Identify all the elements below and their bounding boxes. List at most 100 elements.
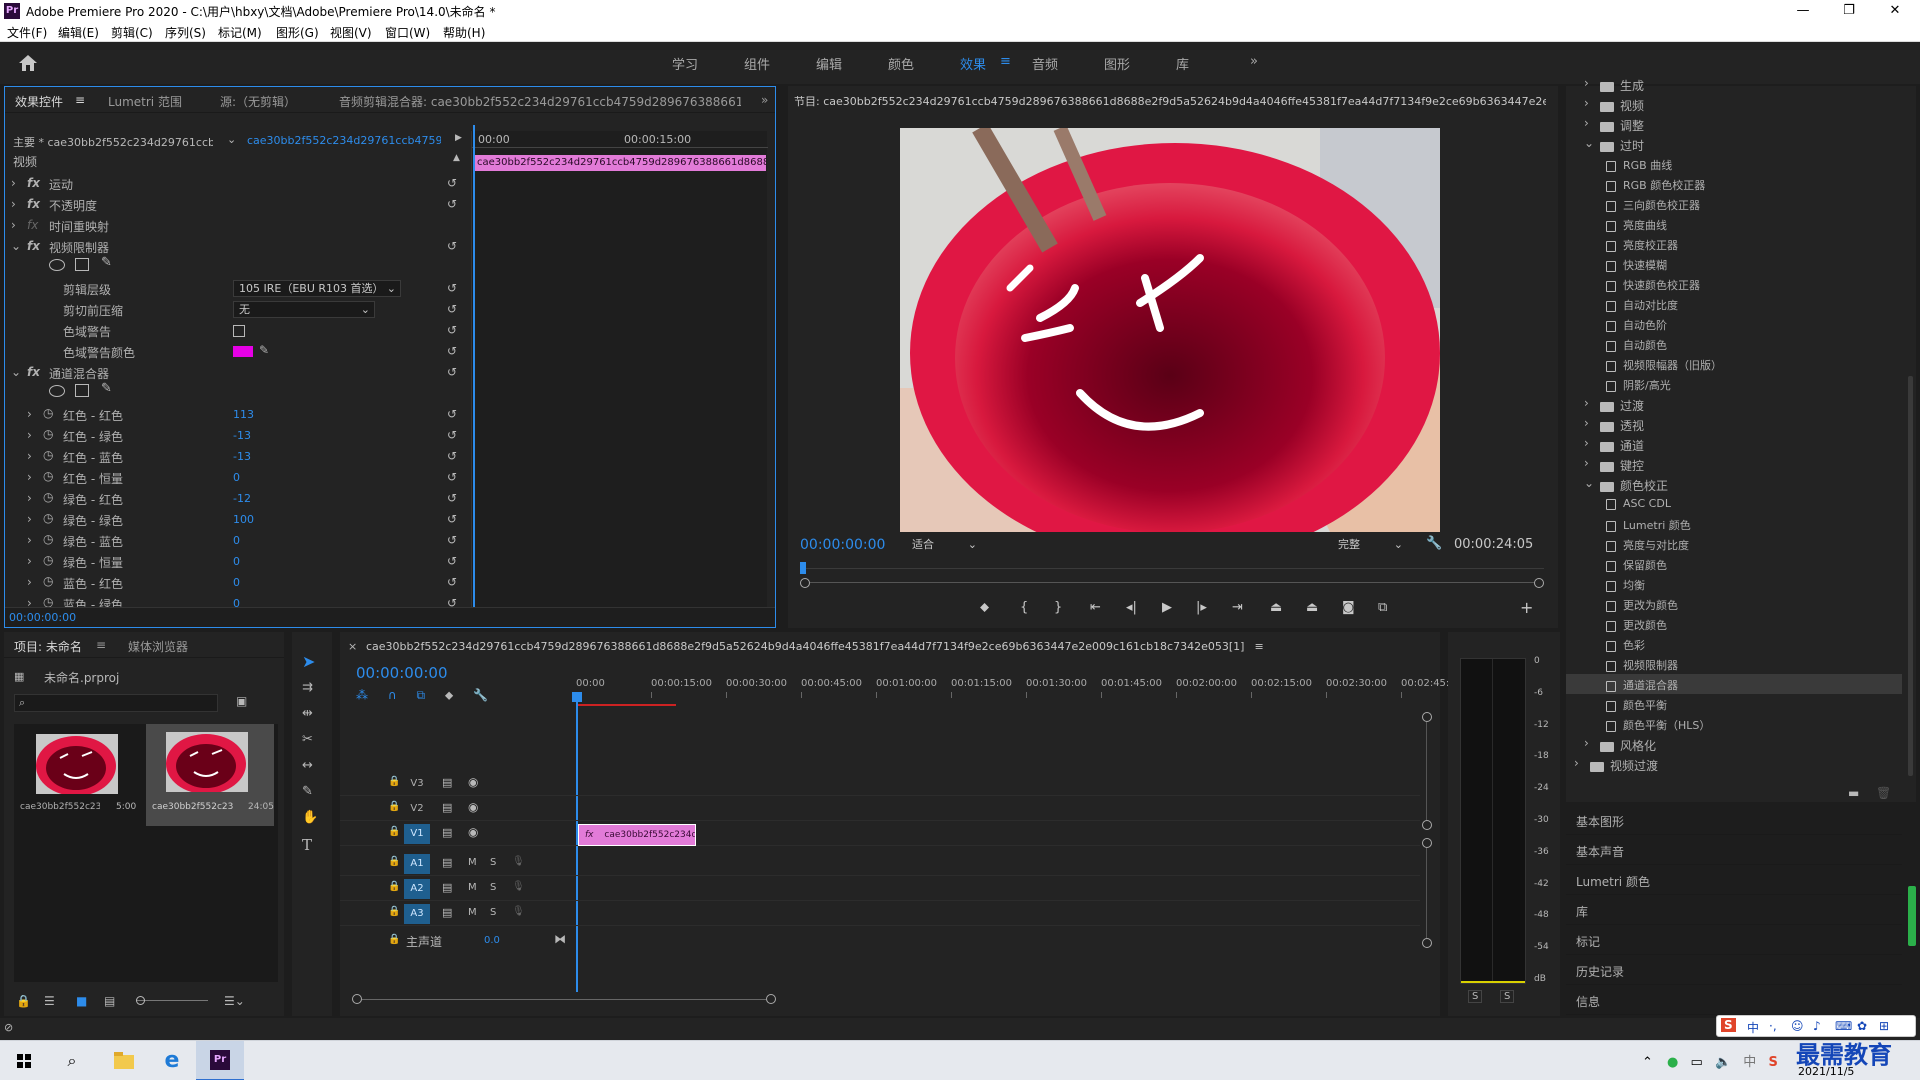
track-target[interactable]: V2 (404, 799, 430, 819)
track-lock-icon[interactable]: 🔒 (388, 856, 400, 867)
eyedropper-icon[interactable]: ✎ (259, 343, 269, 357)
chevron-down-icon[interactable]: ⌄ (1584, 476, 1594, 490)
stopwatch-icon[interactable]: ◷ (43, 574, 53, 588)
ime-emoji-icon[interactable]: ☺ (1791, 1019, 1804, 1033)
program-video-frame[interactable] (900, 128, 1440, 532)
effect-row-channel-mixer[interactable]: ⌄ fx 通道混合器 ↺ (5, 362, 471, 383)
effect-item[interactable]: 颜色平衡（HLS） (1566, 714, 1902, 734)
mute-button[interactable]: M (468, 857, 477, 868)
selection-tool-icon[interactable]: ➤ (302, 652, 315, 671)
delete-icon[interactable]: 🗑 (1876, 786, 1891, 800)
project-search-input[interactable]: ⌕ (14, 694, 218, 712)
meter-solo-right[interactable]: S (1500, 990, 1515, 1003)
a-scroll-handle[interactable] (1422, 938, 1432, 948)
effect-folder[interactable]: › 透视 (1566, 414, 1902, 434)
ime-skin-icon[interactable]: ✿ (1857, 1019, 1867, 1033)
effect-item[interactable]: 均衡 (1566, 574, 1902, 594)
effect-item[interactable]: 自动颜色 (1566, 334, 1902, 354)
expand-chevron-icon[interactable]: › (27, 428, 32, 442)
icon-view-icon[interactable]: ■ (76, 994, 87, 1008)
master-go-to-icon[interactable]: ⧓ (554, 932, 566, 946)
effect-item[interactable]: 视频限制器 (1566, 654, 1902, 674)
workspace-menu-icon[interactable]: ≡ (1000, 54, 1011, 69)
program-timecode[interactable]: 00:00:00:00 (800, 537, 885, 553)
effect-row-motion[interactable]: › fx 运动 ↺ (5, 173, 471, 194)
go-to-in-icon[interactable]: ⇤ (1090, 600, 1101, 615)
rectangle-mask-icon[interactable] (75, 384, 89, 397)
effect-item[interactable]: 保留颜色 (1566, 554, 1902, 574)
lift-icon[interactable]: ⏏ (1270, 600, 1282, 615)
channel-param-value[interactable]: 0 (233, 471, 240, 484)
meter-solo-left[interactable]: S (1468, 990, 1483, 1003)
effect-item[interactable]: 亮度曲线 (1566, 214, 1902, 234)
tab-effect-controls[interactable]: 效果控件 (15, 93, 63, 110)
track-target[interactable]: A2 (404, 879, 430, 899)
channel-param-value[interactable]: -13 (233, 429, 251, 442)
ellipse-mask-icon[interactable] (49, 385, 65, 397)
reset-icon[interactable]: ↺ (447, 428, 457, 442)
collapsed-panel-header[interactable]: 历史记录 (1566, 956, 1902, 985)
track-lock-icon[interactable]: 🔒 (388, 776, 400, 787)
slip-icon[interactable]: ↔ (302, 758, 313, 773)
rectangle-mask-icon[interactable] (75, 258, 89, 271)
razor-icon[interactable]: ✂ (302, 732, 313, 747)
camera-icon[interactable]: ◙ (1342, 600, 1355, 615)
tab-project[interactable]: 项目: 未命名 (14, 638, 82, 655)
timeline-clip[interactable]: fx cae30bb2f552c234d (578, 824, 696, 846)
menu-view[interactable]: 视图(V) (330, 24, 372, 41)
track-target[interactable]: A1 (404, 854, 430, 874)
restore-icon[interactable]: ❐ (1826, 0, 1872, 22)
effect-folder[interactable]: › 视频过渡 (1566, 754, 1902, 774)
channel-param-row[interactable]: › ◷ 蓝色 - 红色 0 ↺ (5, 572, 471, 593)
v-scroll-handle[interactable] (1422, 712, 1432, 722)
effect-item[interactable]: 快速颜色校正器 (1566, 274, 1902, 294)
menu-marker[interactable]: 标记(M) (218, 24, 262, 41)
minimize-icon[interactable]: — (1780, 0, 1826, 22)
step-forward-icon[interactable]: |▸ (1196, 600, 1207, 615)
chevron-right-icon[interactable]: › (1584, 76, 1589, 90)
reset-icon[interactable]: ↺ (447, 239, 457, 253)
effect-row-opacity[interactable]: › fx 不透明度 ↺ (5, 194, 471, 215)
pen-mask-icon[interactable]: ✎ (101, 255, 112, 270)
ec-playhead[interactable] (473, 125, 475, 621)
effect-item[interactable]: 三向颜色校正器 (1566, 194, 1902, 214)
track-lock-icon[interactable]: 🔒 (388, 826, 400, 837)
panel-menu-icon[interactable]: ≡ (96, 638, 106, 652)
project-item[interactable]: cae30bb2f552c23... 5:00 (16, 726, 148, 824)
ec-clip-bar[interactable]: cae30bb2f552c234d29761ccb4759d2896763886… (474, 155, 766, 171)
stopwatch-icon[interactable]: ◷ (43, 511, 53, 525)
playhead-head[interactable] (572, 692, 582, 702)
channel-param-row[interactable]: › ◷ 红色 - 红色 113 ↺ (5, 404, 471, 425)
eye-icon[interactable]: ◉ (468, 800, 478, 814)
solo-button[interactable]: S (490, 907, 496, 918)
effect-item[interactable]: 更改为颜色 (1566, 594, 1902, 614)
track-lock-icon[interactable]: 🔒 (388, 881, 400, 892)
effect-item[interactable]: 自动对比度 (1566, 294, 1902, 314)
sequence-tab[interactable]: cae30bb2f552c234d29761ccb4759d2896763886… (366, 640, 1436, 653)
mic-icon[interactable]: 🎙 (512, 881, 525, 892)
edge-icon[interactable]: e (148, 1041, 196, 1080)
pen-tool-icon[interactable]: ✎ (302, 784, 313, 799)
channel-param-row[interactable]: › ◷ 绿色 - 恒量 0 ↺ (5, 551, 471, 572)
effect-folder[interactable]: ⌄ 颜色校正 (1566, 474, 1902, 494)
chevron-down-icon[interactable]: ⌄ (227, 133, 236, 146)
clip-level-select[interactable]: 105 IRE（EBU R103 首选） ⌄ (233, 280, 401, 297)
chevron-right-icon[interactable]: › (1584, 116, 1589, 130)
clip-name-link[interactable]: cae30bb2f552c234d29761ccb4759d2... (247, 134, 441, 147)
extract-icon[interactable]: ⏏ (1306, 600, 1318, 615)
stopwatch-icon[interactable]: ◷ (43, 553, 53, 567)
track-sync-icon[interactable]: ▤ (442, 881, 452, 894)
expand-chevron-icon[interactable]: › (27, 533, 32, 547)
premiere-taskbar-icon[interactable]: Pr (196, 1041, 244, 1080)
track-lock-icon[interactable]: 🔒 (388, 906, 400, 917)
reset-icon[interactable]: ↺ (447, 197, 457, 211)
effect-folder[interactable]: ⌄ 过时 (1566, 134, 1902, 154)
linked-selection-icon[interactable]: ⧉ (416, 688, 425, 702)
h-scroll-right[interactable] (766, 994, 776, 1004)
expand-chevron-icon[interactable]: › (27, 512, 32, 526)
menu-clip[interactable]: 剪辑(C) (111, 24, 153, 41)
ime-icon[interactable]: 中 (1743, 1055, 1756, 1070)
effect-item[interactable]: ASC CDL (1566, 494, 1902, 514)
track-target[interactable]: A3 (404, 904, 430, 924)
track-select-icon[interactable]: ⇉ (302, 680, 313, 695)
